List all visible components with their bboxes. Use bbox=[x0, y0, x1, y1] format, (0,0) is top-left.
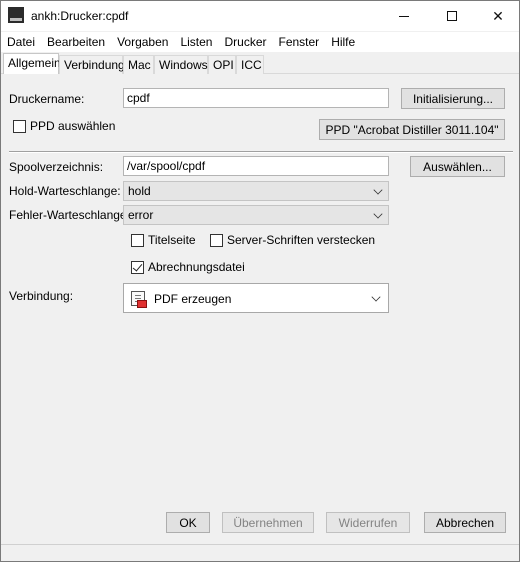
menu-vorgaben[interactable]: Vorgaben bbox=[111, 32, 174, 52]
hide-server-fonts-checkbox[interactable] bbox=[210, 234, 223, 247]
ppd-select-checkbox[interactable] bbox=[13, 120, 26, 133]
error-queue-value: error bbox=[128, 208, 154, 222]
menu-bearbeiten[interactable]: Bearbeiten bbox=[41, 32, 111, 52]
tab-icc[interactable]: ICC bbox=[236, 55, 264, 74]
tab-opi[interactable]: OPI bbox=[208, 55, 236, 74]
hold-queue-label: Hold-Warteschlange: bbox=[9, 184, 121, 198]
window-title: ankh:Drucker:cpdf bbox=[31, 9, 129, 23]
title-page-checkbox[interactable] bbox=[131, 234, 144, 247]
tab-allgemein[interactable]: Allgemein bbox=[3, 53, 61, 75]
revert-button[interactable]: Widerrufen bbox=[326, 512, 410, 533]
cancel-button[interactable]: Abbrechen bbox=[424, 512, 506, 533]
menu-bar: Datei Bearbeiten Vorgaben Listen Drucker… bbox=[1, 32, 519, 52]
printer-name-field[interactable]: cpdf bbox=[123, 88, 389, 108]
tab-verbindung[interactable]: Verbindung bbox=[59, 55, 125, 74]
hide-server-fonts-label: Server-Schriften verstecken bbox=[227, 233, 376, 247]
chevron-down-icon bbox=[373, 209, 383, 219]
maximize-button[interactable] bbox=[429, 1, 475, 31]
tab-windows[interactable]: Windows bbox=[154, 55, 208, 74]
title-page-label: Titelseite bbox=[148, 233, 196, 247]
error-queue-select[interactable]: error bbox=[123, 205, 389, 225]
accounting-file-label: Abrechnungsdatei bbox=[148, 260, 245, 274]
menu-drucker[interactable]: Drucker bbox=[218, 32, 272, 52]
close-icon: ✕ bbox=[492, 7, 504, 24]
section-divider bbox=[9, 151, 513, 153]
printer-name-label: Druckername: bbox=[9, 92, 85, 106]
chevron-down-icon bbox=[373, 185, 383, 195]
accounting-file-checkbox[interactable] bbox=[131, 261, 144, 274]
title-bar: ankh:Drucker:cpdf ✕ bbox=[1, 1, 519, 31]
minimize-icon bbox=[399, 15, 409, 17]
ppd-select-label: PPD auswählen bbox=[30, 119, 116, 133]
close-button[interactable]: ✕ bbox=[475, 1, 519, 31]
status-bar bbox=[1, 544, 519, 561]
connection-select[interactable]: PDF erzeugen bbox=[123, 283, 389, 313]
ppd-button[interactable]: PPD "Acrobat Distiller 3011.104" bbox=[319, 119, 505, 140]
menu-datei[interactable]: Datei bbox=[1, 32, 41, 52]
menu-fenster[interactable]: Fenster bbox=[273, 32, 326, 52]
app-icon bbox=[8, 7, 24, 23]
tab-strip: Allgemein Verbindung Mac Windows OPI ICC bbox=[1, 52, 519, 75]
spool-directory-field[interactable]: /var/spool/cpdf bbox=[123, 156, 389, 176]
general-tab-panel: Druckername: cpdf Initialisierung... PPD… bbox=[1, 74, 519, 542]
printer-dialog-window: ankh:Drucker:cpdf ✕ Datei Bearbeiten Vor… bbox=[0, 0, 520, 562]
tab-mac[interactable]: Mac bbox=[123, 55, 154, 74]
chevron-down-icon bbox=[371, 292, 381, 302]
minimize-button[interactable] bbox=[381, 1, 427, 31]
menu-hilfe[interactable]: Hilfe bbox=[325, 32, 361, 52]
choose-directory-button[interactable]: Auswählen... bbox=[410, 156, 505, 177]
initialize-button[interactable]: Initialisierung... bbox=[401, 88, 505, 109]
spool-directory-label: Spoolverzeichnis: bbox=[9, 160, 104, 174]
hold-queue-select[interactable]: hold bbox=[123, 181, 389, 201]
pdf-document-icon bbox=[131, 291, 147, 308]
hold-queue-value: hold bbox=[128, 184, 151, 198]
maximize-icon bbox=[447, 11, 457, 21]
ok-button[interactable]: OK bbox=[166, 512, 210, 533]
connection-value: PDF erzeugen bbox=[154, 292, 232, 306]
menu-listen[interactable]: Listen bbox=[174, 32, 218, 52]
apply-button[interactable]: Übernehmen bbox=[222, 512, 314, 533]
error-queue-label: Fehler-Warteschlange: bbox=[9, 208, 130, 222]
connection-label: Verbindung: bbox=[9, 289, 74, 303]
